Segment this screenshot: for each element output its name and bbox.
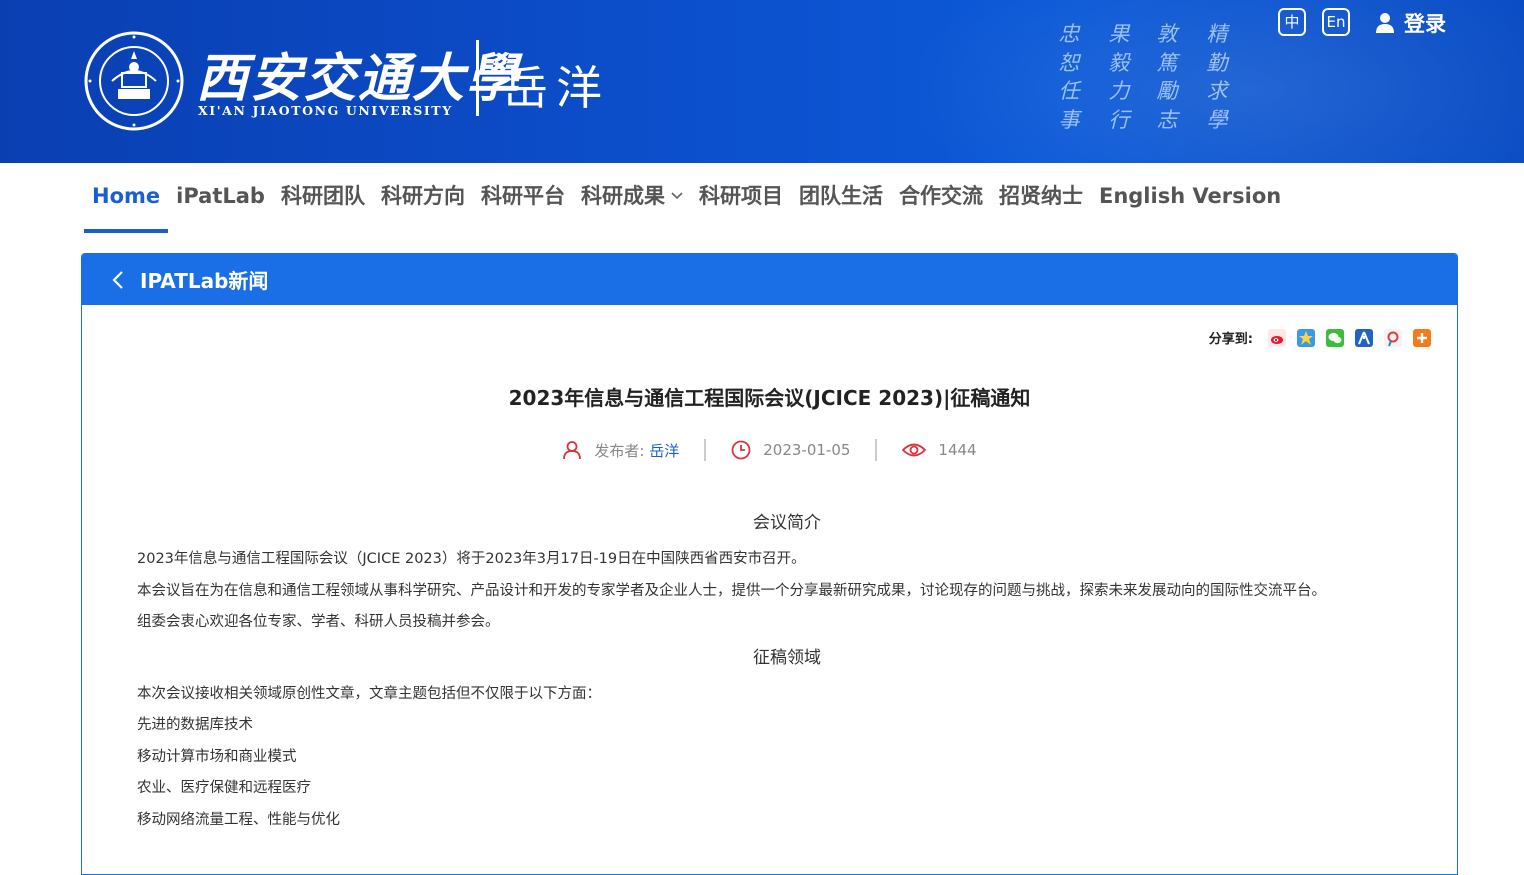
meta-date: 2023-01-05 [731,440,850,460]
motto-column-4: 忠恕任事 [1058,22,1080,132]
nav-item-english-version[interactable]: English Version [1091,163,1289,229]
nav-item-cooperation[interactable]: 合作交流 [891,163,991,229]
list-item: 移动网络流量工程、性能与优化 [137,811,340,828]
share-label: 分享到: [1208,332,1253,347]
author-label: 发布者: [594,441,645,460]
site-owner-name: 岳洋 [502,61,610,115]
weibo-icon[interactable] [1268,328,1286,347]
qzone-icon[interactable] [1297,328,1315,347]
main-nav: Home iPatLab 科研团队 科研方向 科研平台 科研成果 科研项目 团队… [84,163,1289,233]
login-label: 登录 [1404,12,1446,36]
tencent-weibo-icon[interactable] [1384,328,1402,347]
motto-column-2: 敦篤勵志 [1156,22,1178,132]
university-name-cn: 西安交通大學 [196,48,521,109]
nav-item-research-projects[interactable]: 科研项目 [691,163,791,229]
paragraph: 组委会衷心欢迎各位专家、学者、科研人员投稿并参会。 [137,614,500,630]
nav-item-research-platform[interactable]: 科研平台 [473,163,573,229]
list-item: 农业、医疗保健和远程医疗 [137,780,311,796]
nav-item-research-team[interactable]: 科研团队 [273,163,373,229]
user-icon [1376,13,1394,33]
list-item: 先进的数据库技术 [137,717,253,733]
wechat-icon[interactable] [1326,328,1344,347]
nav-item-ipatlab[interactable]: iPatLab [168,163,273,229]
author-link[interactable]: 岳洋 [649,440,679,461]
university-name-en: XI'AN JIAOTONG UNIVERSITY [198,103,453,118]
article-body: 会议简介 2023年信息与通信工程国际会议（JCICE 2023）将于2023年… [137,508,1437,836]
article-title: 2023年信息与通信工程国际会议(JCICE 2023)|征稿通知 [508,386,1031,410]
panel-title: IPATLab新闻 [140,269,269,293]
nav-item-recruitment[interactable]: 招贤纳士 [991,163,1091,229]
news-panel: IPATLab新闻 分享到: 2023年信息与通信工程国际会议(JCICE 20… [81,253,1458,875]
section-heading-topics: 征稿领域 [753,647,821,668]
back-arrow-icon[interactable] [112,270,124,290]
university-emblem-icon[interactable] [84,31,184,131]
language-chinese-button[interactable]: 中 [1278,8,1306,36]
header-divider [476,40,479,116]
nav-item-research-results[interactable]: 科研成果 [573,163,691,229]
paragraph: 本会议旨在为在信息和通信工程领域从事科学研究、产品设计和开发的专家学者及企业人士… [137,582,1326,599]
panel-header: IPATLab新闻 [82,254,1457,305]
login-button[interactable]: 登录 [1376,8,1446,38]
nav-item-team-life[interactable]: 团队生活 [791,163,891,229]
share-bar: 分享到: [1209,328,1431,347]
meta-divider [875,439,878,461]
view-count: 1444 [938,441,977,459]
renren-icon[interactable] [1355,328,1373,347]
more-share-icon[interactable] [1413,328,1431,347]
list-item: 移动计算市场和商业模式 [137,748,297,765]
person-icon [563,441,582,460]
chevron-down-icon [671,192,683,200]
motto-column-3: 果毅力行 [1108,22,1130,132]
meta-views: 1444 [902,441,977,459]
meta-divider [704,439,707,461]
nav-item-home[interactable]: Home [84,163,169,233]
paragraph: 2023年信息与通信工程国际会议（JCICE 2023）将于2023年3月17日… [137,551,806,567]
motto-column-1: 精勤求學 [1206,22,1228,132]
site-header: 西安交通大學 XI'AN JIAOTONG UNIVERSITY 岳洋 忠恕任事… [0,0,1524,163]
publish-date: 2023-01-05 [763,441,851,459]
meta-author: 发布者: 岳洋 [562,440,679,461]
article-meta: 发布者: 岳洋 2023-01-05 1444 [82,439,1457,461]
nav-item-research-direction[interactable]: 科研方向 [373,163,473,229]
paragraph: 本次会议接收相关领域原创性文章，文章主题包括但不仅限于以下方面： [137,685,601,702]
clock-icon [731,440,751,460]
language-english-button[interactable]: En [1322,8,1350,36]
section-heading-intro: 会议简介 [753,513,821,533]
eye-icon [902,443,927,457]
